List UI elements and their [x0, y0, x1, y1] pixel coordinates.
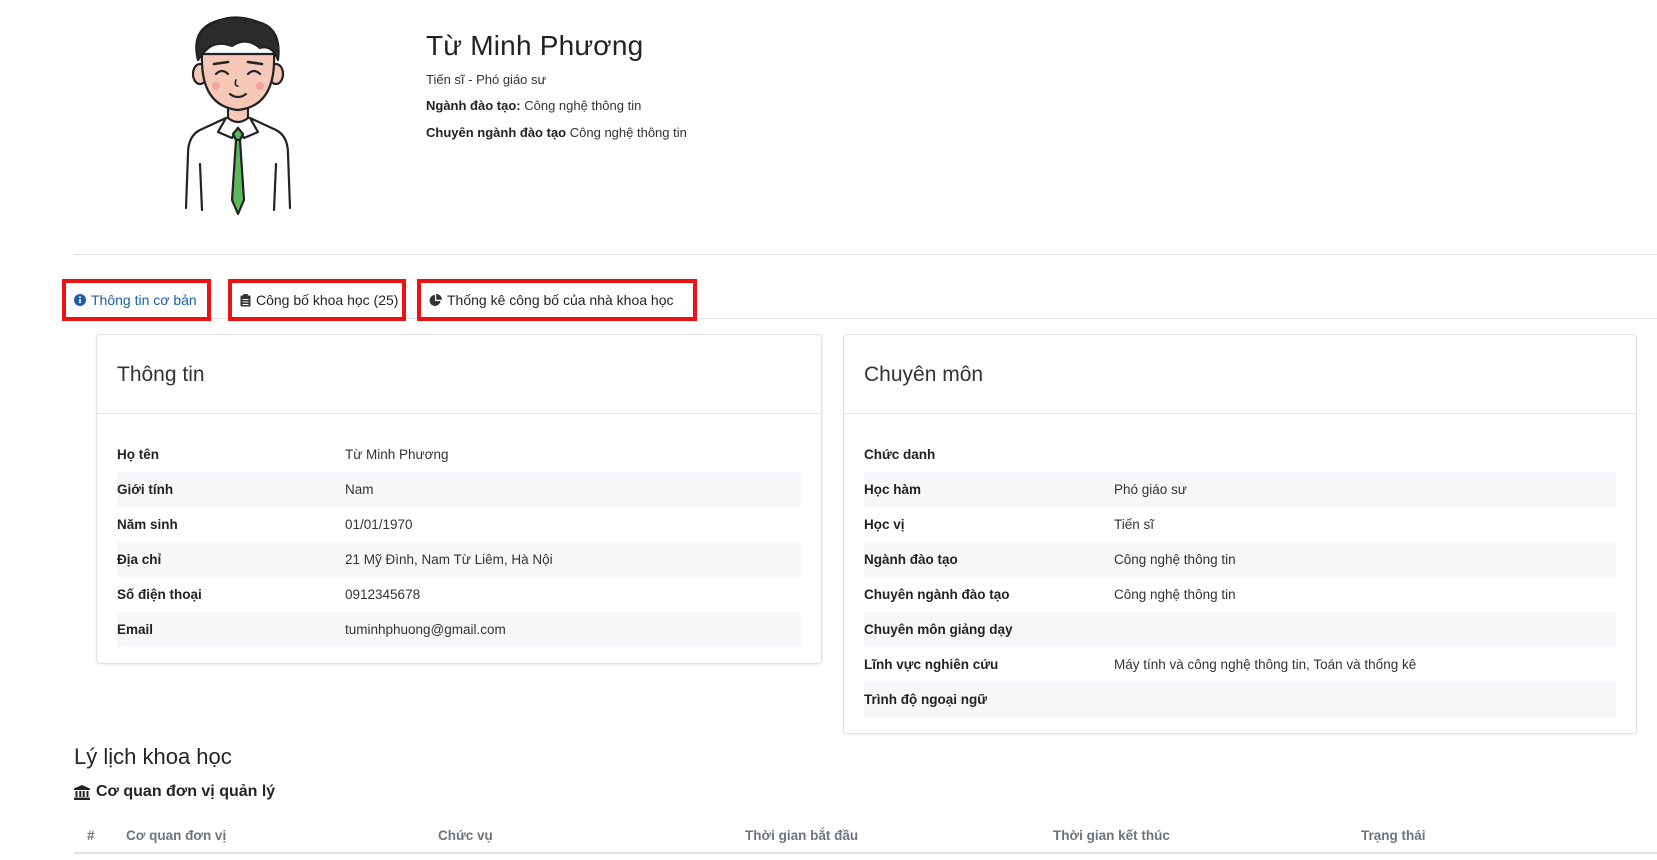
info-label: Địa chỉ — [117, 552, 162, 567]
info-row: Địa chỉ 21 Mỹ Đình, Nam Từ Liêm, Hà Nội — [117, 542, 801, 577]
column-header: Cơ quan đơn vị — [126, 828, 227, 843]
expertise-row: Chuyên ngành đào tạo Công nghệ thông tin — [864, 577, 1616, 612]
profile-field-value: Công nghệ thông tin — [524, 98, 642, 113]
expertise-row: Chức danh — [864, 437, 1616, 472]
expertise-row: Lĩnh vực nghiên cứu Máy tính và công nghệ… — [864, 647, 1616, 682]
column-header: Thời gian bắt đầu — [745, 828, 859, 843]
tab-publication-stats[interactable]: Thống kê công bố của nhà khoa học — [417, 279, 697, 321]
cv-subsection-label: Cơ quan đơn vị quản lý — [96, 783, 276, 800]
info-card: Thông tin Họ tên Từ Minh Phương Giới tính… — [96, 334, 822, 664]
info-row: Email tuminhphuong@gmail.com — [117, 612, 801, 647]
expertise-value: Công nghệ thông tin — [1114, 552, 1236, 567]
info-row: Số điện thoại 0912345678 — [117, 577, 801, 612]
info-value[interactable]: tuminhphuong@gmail.com — [345, 622, 506, 637]
info-value: 0912345678 — [345, 587, 421, 602]
info-label: Email — [117, 622, 154, 637]
column-header: # — [87, 828, 95, 843]
clipboard-icon — [240, 293, 251, 307]
institution-icon — [74, 784, 90, 800]
expertise-row: Chuyên môn giảng dạy — [864, 612, 1616, 647]
expertise-value: Tiến sĩ — [1114, 517, 1155, 532]
info-card-title: Thông tin — [117, 363, 205, 386]
info-label: Số điện thoại — [117, 587, 202, 602]
info-label: Giới tính — [117, 482, 174, 497]
expertise-label: Học hàm — [864, 482, 922, 497]
info-circle-icon — [74, 294, 86, 306]
tab-basic-info-label: Thông tin cơ bản — [91, 292, 197, 308]
profile-field-label: Ngành đào tạo: — [426, 98, 521, 113]
expertise-value: Máy tính và công nghệ thông tin, Toán và… — [1114, 657, 1417, 672]
info-row: Giới tính Nam — [117, 472, 801, 507]
info-rows: Họ tên Từ Minh Phương Giới tính Nam Năm si… — [117, 437, 801, 647]
expertise-label: Chuyên môn giảng dạy — [864, 622, 1013, 637]
info-label: Năm sinh — [117, 517, 178, 532]
profile-specialty: Chuyên ngành đào tạo Công nghệ thông tin — [426, 125, 687, 140]
avatar — [176, 14, 300, 220]
profile-name: Từ Minh Phương — [426, 30, 644, 61]
expertise-label: Chức danh — [864, 447, 936, 462]
expertise-card-title: Chuyên môn — [864, 363, 984, 386]
header-divider — [74, 254, 1657, 255]
profile-specialty-label: Chuyên ngành đào tạo — [426, 125, 567, 140]
tab-publications[interactable]: Công bố khoa học (25) — [228, 279, 406, 321]
tab-publication-stats-label: Thống kê công bố của nhà khoa học — [447, 292, 674, 308]
expertise-label: Chuyên ngành đào tạo — [864, 587, 1010, 602]
column-header: Thời gian kết thúc — [1053, 828, 1170, 843]
expertise-row: Học vị Tiến sĩ — [864, 507, 1616, 542]
tab-publications-label: Công bố khoa học (25) — [256, 292, 399, 308]
expertise-label: Lĩnh vực nghiên cứu — [864, 657, 999, 672]
expertise-label: Trình độ ngoại ngữ — [864, 692, 988, 707]
info-value: Nam — [345, 482, 374, 497]
expertise-value: Công nghệ thông tin — [1114, 587, 1236, 602]
expertise-row: Học hàm Phó giáo sư — [864, 472, 1616, 507]
profile-degree: Tiến sĩ - Phó giáo sư — [426, 72, 547, 87]
info-label: Họ tên — [117, 447, 159, 462]
expertise-card-divider — [844, 413, 1636, 414]
expertise-row: Trình độ ngoại ngữ — [864, 682, 1616, 717]
info-value: Từ Minh Phương — [345, 447, 449, 462]
profile-tabs: Thông tin cơ bản Công bố khoa học (25) T… — [62, 279, 1657, 321]
expertise-card: Chuyên môn Chức danh Học hàm Phó giáo sư … — [843, 334, 1637, 734]
cv-subsection-title: Cơ quan đơn vị quản lý — [74, 783, 275, 801]
info-card-divider — [97, 413, 821, 414]
tab-basic-info[interactable]: Thông tin cơ bản — [62, 279, 211, 321]
expertise-label: Ngành đào tạo — [864, 552, 958, 567]
expertise-row: Ngành đào tạo Công nghệ thông tin — [864, 542, 1616, 577]
cv-section-title: Lý lịch khoa học — [74, 744, 232, 769]
profile-field: Ngành đào tạo: Công nghệ thông tin — [426, 98, 641, 113]
expertise-rows: Chức danh Học hàm Phó giáo sư Học vị Tiến … — [864, 437, 1616, 717]
column-header: Chức vụ — [438, 828, 493, 843]
expertise-label: Học vị — [864, 517, 905, 532]
profile-specialty-value: Công nghệ thông tin — [569, 125, 687, 140]
info-row: Họ tên Từ Minh Phương — [117, 437, 801, 472]
info-value: 01/01/1970 — [345, 517, 413, 532]
column-header: Trạng thái — [1361, 828, 1426, 843]
cv-table-header: # Cơ quan đơn vị Chức vụ Thời gian bắt đ… — [74, 818, 1657, 854]
expertise-value: Phó giáo sư — [1114, 482, 1187, 497]
info-value: 21 Mỹ Đình, Nam Từ Liêm, Hà Nội — [345, 552, 553, 567]
pie-chart-icon — [429, 293, 442, 307]
info-row: Năm sinh 01/01/1970 — [117, 507, 801, 542]
